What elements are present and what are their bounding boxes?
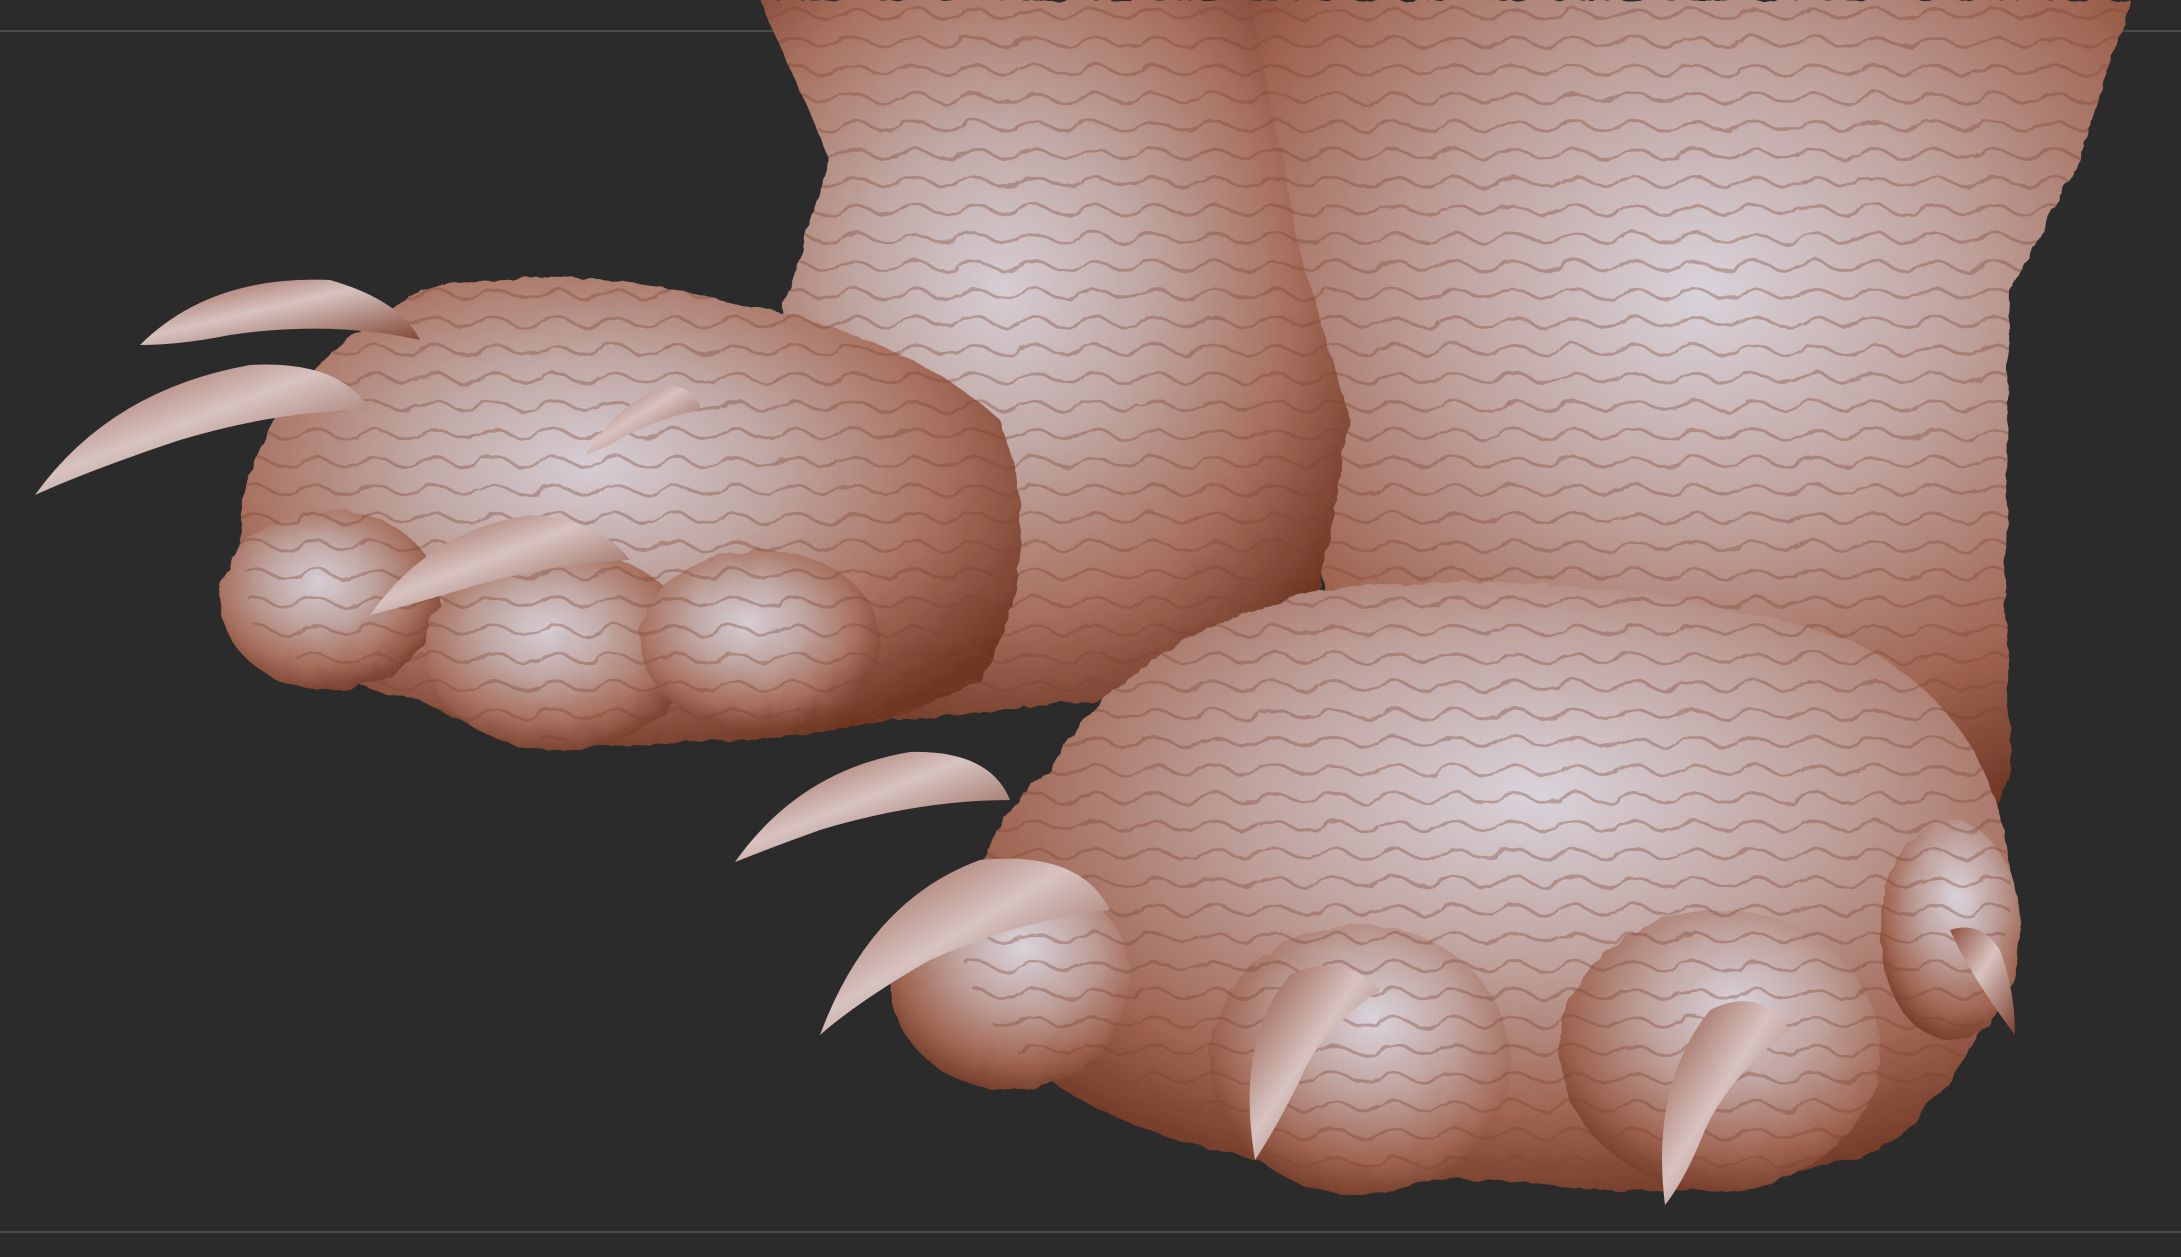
sculpted-creature-feet-icon[interactable] — [0, 0, 2181, 1257]
viewport-bottom-border — [0, 1231, 2181, 1233]
3d-viewport-canvas[interactable] — [0, 0, 2181, 1257]
